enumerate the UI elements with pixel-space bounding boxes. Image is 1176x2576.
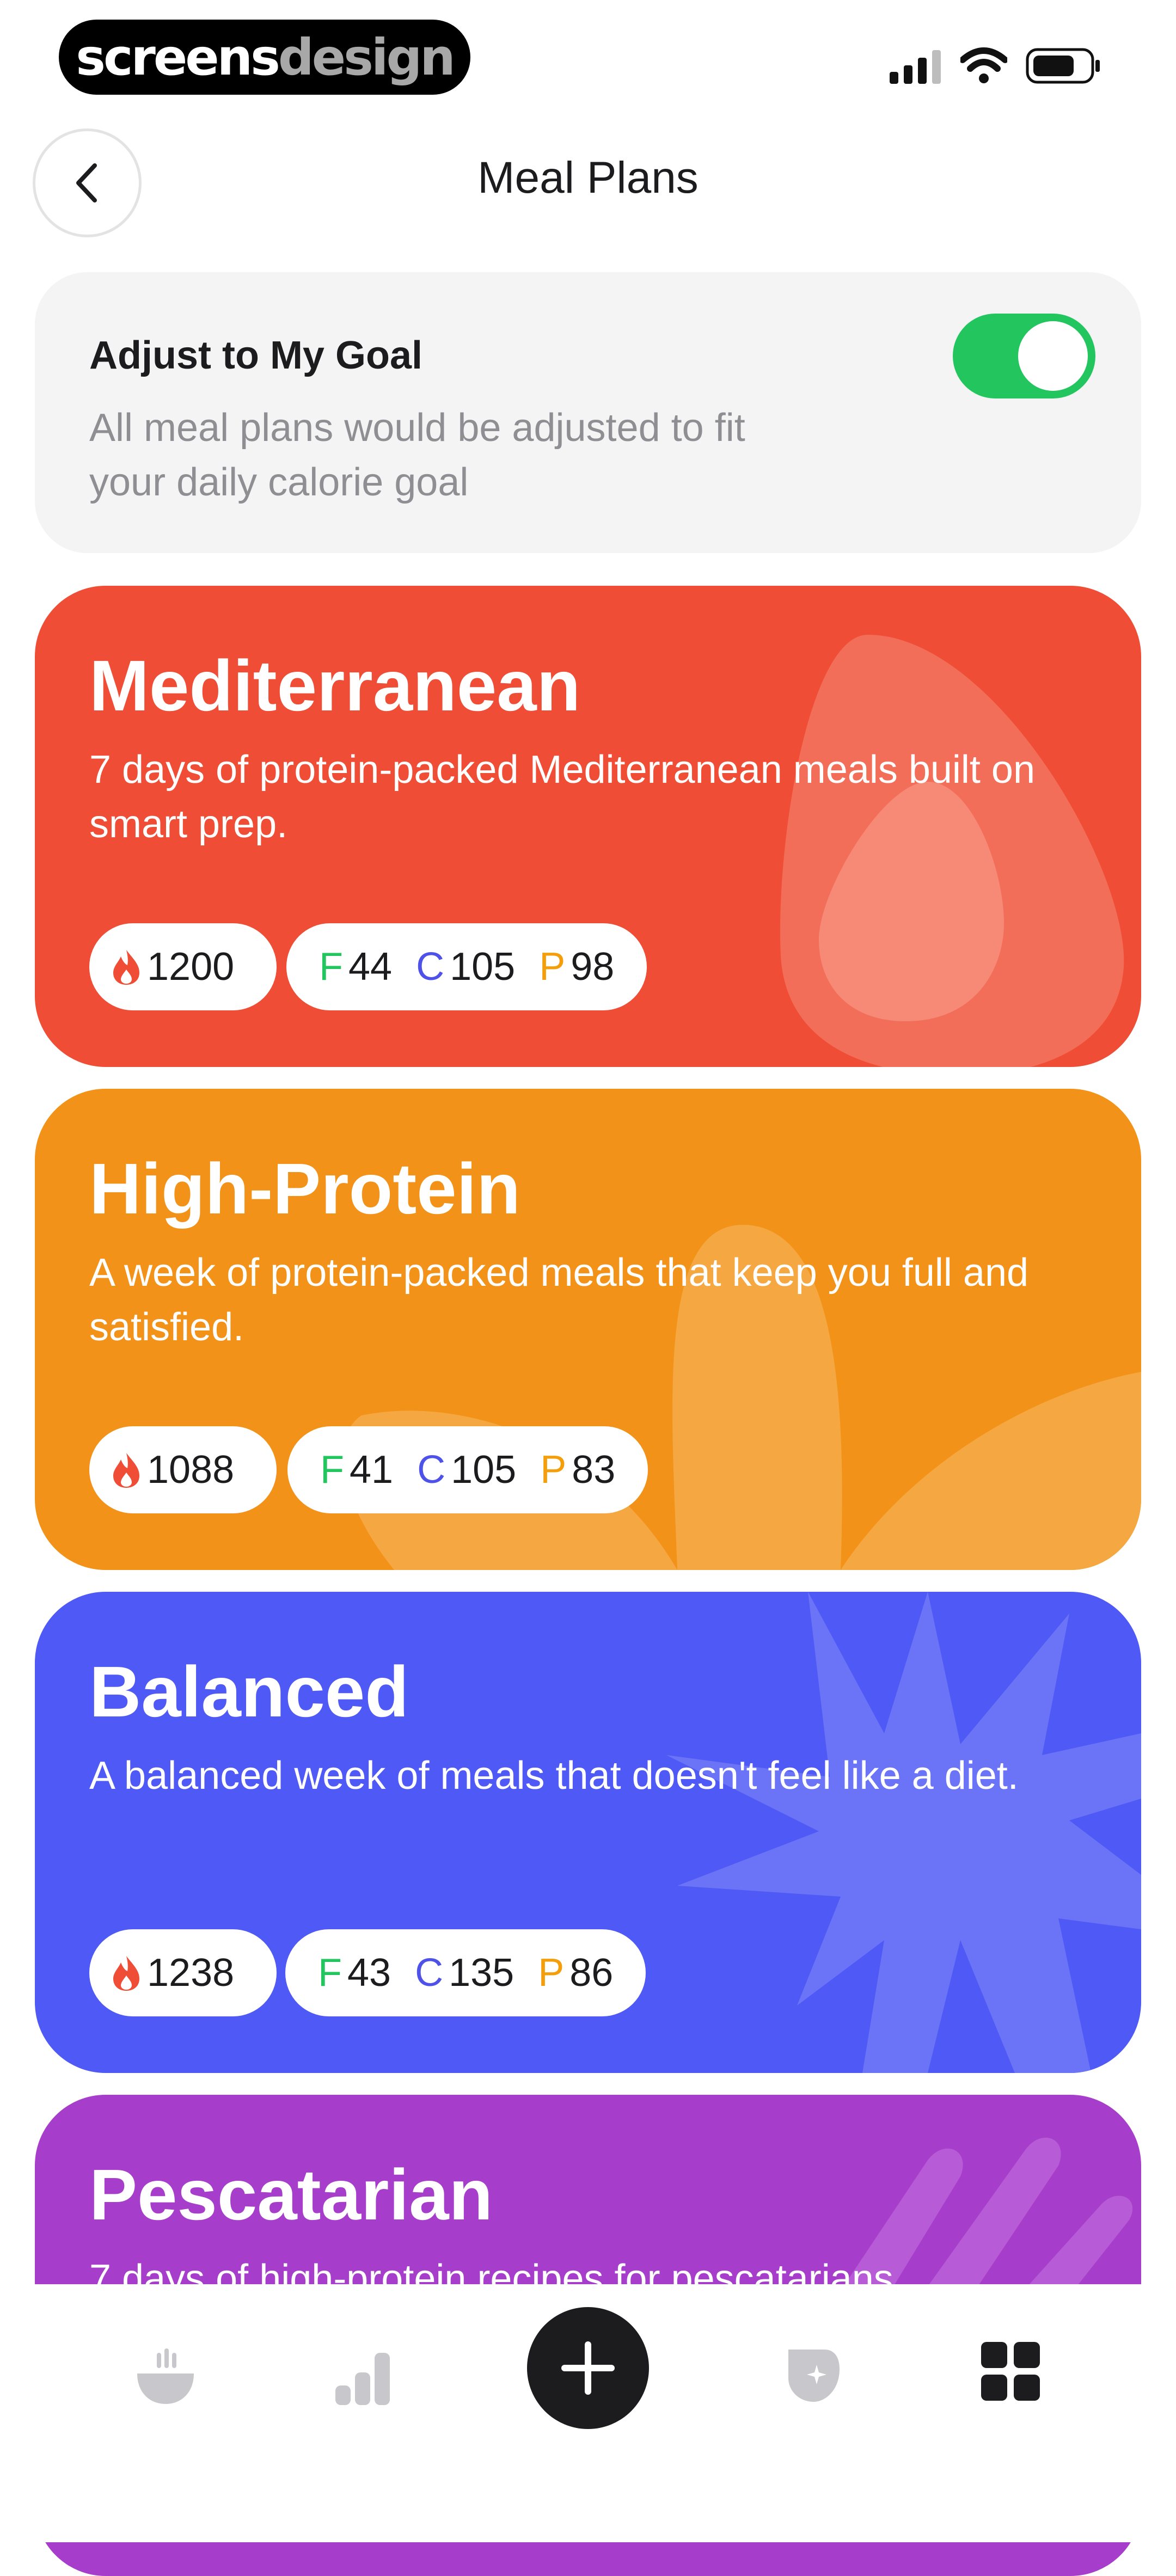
plan-card-mediterranean[interactable]: Mediterranean 7 days of protein-packed M… xyxy=(35,586,1141,1067)
calories-pill: 1200 xyxy=(89,923,277,1010)
toggle-knob xyxy=(1018,321,1088,391)
plan-description: A week of protein-packed meals that keep… xyxy=(89,1251,1029,1349)
protein-value: 86 xyxy=(569,1951,614,1995)
protein-label: P xyxy=(540,1448,567,1492)
carbs-label: C xyxy=(416,945,445,989)
carbs-label: C xyxy=(417,1448,446,1492)
plan-description: A balanced week of meals that doesn't fe… xyxy=(89,1754,1019,1798)
goal-title: Adjust to My Goal xyxy=(89,334,422,377)
calories-value: 1238 xyxy=(147,1951,235,1995)
flame-icon xyxy=(113,1956,139,1991)
fat-label: F xyxy=(320,1448,344,1492)
fat-label: F xyxy=(318,1951,342,1995)
page-title: Meal Plans xyxy=(477,153,699,203)
macros-pill: F 44 C 105 P 98 xyxy=(286,923,647,1010)
plan-title: Mediterranean xyxy=(89,646,581,726)
fat-value: 41 xyxy=(349,1448,394,1492)
plan-title: Pescatarian xyxy=(89,2155,493,2235)
calories-value: 1200 xyxy=(147,945,235,989)
calories-pill: 1088 xyxy=(89,1426,277,1513)
fat-label: F xyxy=(319,945,343,989)
bowl-icon[interactable] xyxy=(133,2342,198,2407)
brand-text-1: screens xyxy=(76,28,280,87)
plan-card-balanced[interactable]: Balanced A balanced week of meals that d… xyxy=(35,1592,1141,2073)
battery-icon xyxy=(1026,48,1100,84)
flame-icon xyxy=(113,1453,139,1488)
plan-card-high-protein[interactable]: High-Protein A week of protein-packed me… xyxy=(35,1089,1141,1570)
add-button[interactable] xyxy=(527,2307,649,2429)
badge-icon[interactable] xyxy=(781,2342,846,2407)
protein-value: 98 xyxy=(571,945,615,989)
calories-pill: 1238 xyxy=(89,1929,277,2016)
brand-logo: screens design xyxy=(59,20,470,95)
carbs-value: 135 xyxy=(449,1951,514,1995)
brand-text-2: design xyxy=(278,28,456,87)
plan-title: High-Protein xyxy=(89,1149,520,1229)
plus-icon xyxy=(561,2341,615,2395)
protein-value: 83 xyxy=(572,1448,616,1492)
protein-label: P xyxy=(539,945,566,989)
macros-pill: F 41 C 105 P 83 xyxy=(287,1426,648,1513)
plan-description: 7 days of protein-packed Mediterranean m… xyxy=(89,748,1035,846)
carbs-value: 105 xyxy=(450,945,516,989)
protein-label: P xyxy=(538,1951,565,1995)
flame-icon xyxy=(113,950,139,985)
fat-value: 43 xyxy=(347,1951,391,1995)
cellular-signal-icon xyxy=(890,50,941,84)
fat-value: 44 xyxy=(348,945,393,989)
carbs-label: C xyxy=(415,1951,444,1995)
plan-title: Balanced xyxy=(89,1652,409,1732)
adjust-goal-card: Adjust to My Goal All meal plans would b… xyxy=(35,272,1141,553)
macros-pill: F 43 C 135 P 86 xyxy=(285,1929,646,2016)
adjust-goal-toggle[interactable] xyxy=(953,314,1095,398)
bar-chart-icon[interactable] xyxy=(333,2342,393,2407)
goal-description: All meal plans would be adjusted to fit … xyxy=(89,406,745,504)
grid-icon[interactable] xyxy=(981,2342,1040,2401)
carbs-value: 105 xyxy=(451,1448,517,1492)
wifi-icon xyxy=(960,47,1007,83)
calories-value: 1088 xyxy=(147,1448,235,1492)
